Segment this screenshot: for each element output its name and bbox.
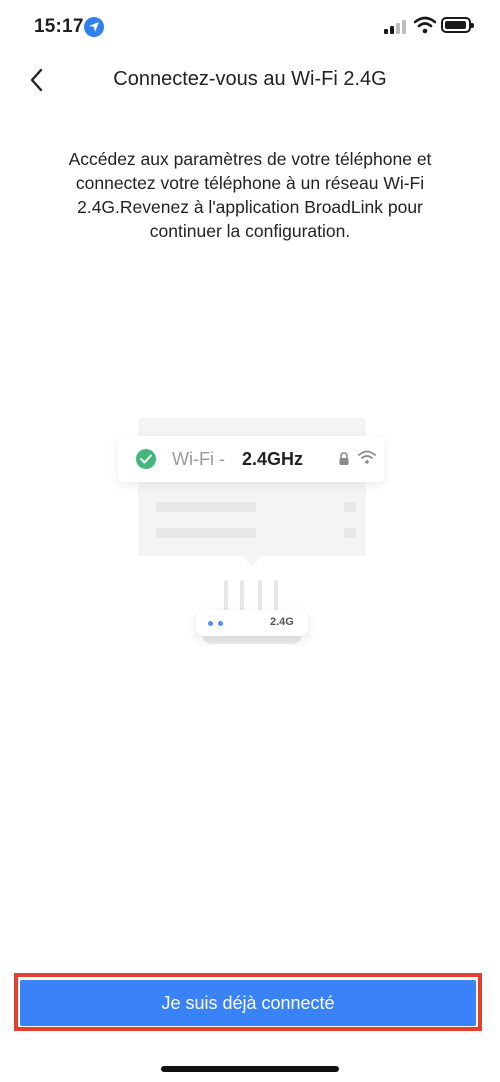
card-pointer	[240, 554, 264, 566]
router-led	[218, 621, 223, 626]
router-icon: 2.4G	[196, 580, 308, 658]
wifi-ssid: 2.4GHz	[242, 449, 304, 469]
placeholder-line	[344, 528, 356, 538]
router-led	[208, 621, 213, 626]
battery-icon	[441, 17, 474, 33]
wifi-label: Wi‑Fi -	[172, 449, 225, 469]
already-connected-button[interactable]: Je suis déjà connecté	[20, 980, 476, 1026]
router-label: 2.4G	[270, 616, 294, 628]
wifi-network-row: Wi‑Fi - 2.4GHz	[118, 436, 384, 482]
phone-settings-card	[138, 418, 366, 556]
status-time: 15:17	[34, 16, 84, 37]
placeholder-line	[156, 502, 256, 512]
placeholder-line	[344, 502, 356, 512]
placeholder-line	[156, 528, 256, 538]
home-indicator[interactable]	[161, 1066, 339, 1072]
instructions-text: Accédez aux paramètres de votre téléphon…	[68, 149, 432, 241]
location-icon	[84, 17, 104, 37]
wifi-signal-icon	[358, 450, 376, 464]
wifi-icon	[414, 16, 436, 34]
page-title: Connectez-vous au Wi-Fi 2.4G	[113, 68, 387, 90]
check-icon	[136, 449, 156, 469]
cellular-signal-icon	[384, 20, 406, 34]
status-bar: 15:17	[0, 0, 500, 54]
lock-icon	[339, 452, 349, 465]
